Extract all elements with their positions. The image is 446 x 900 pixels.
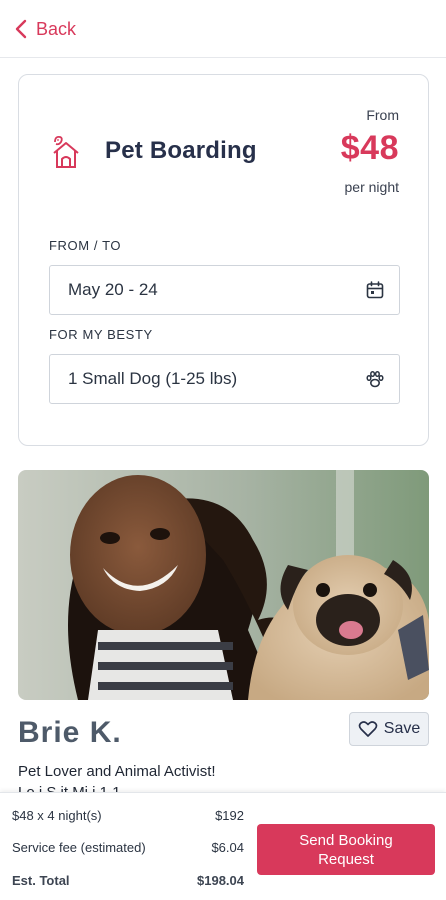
service-card: Pet Boarding From $48 per night FROM / T… — [18, 74, 429, 446]
summary-row-fee: Service fee (estimated) $6.04 — [12, 840, 244, 855]
price-prefix: From — [366, 107, 399, 123]
service-title: Pet Boarding — [105, 137, 257, 164]
heart-icon — [358, 721, 378, 737]
send-booking-request-button[interactable]: Send Booking Request — [257, 824, 435, 875]
summary-value: $192 — [215, 808, 244, 823]
calendar-icon — [366, 281, 384, 299]
summary-label: Service fee (estimated) — [12, 840, 146, 855]
sitter-tagline: Pet Lover and Animal Activist! — [18, 763, 216, 780]
send-booking-label: Send Booking Request — [299, 831, 393, 868]
pet-label: FOR MY BESTY — [49, 327, 153, 342]
summary-row-nights: $48 x 4 night(s) $192 — [12, 808, 244, 823]
summary-value: $6.04 — [211, 840, 244, 855]
dates-value: May 20 - 24 — [68, 280, 158, 299]
paw-icon — [366, 370, 384, 388]
back-button[interactable]: Back — [14, 14, 76, 44]
booking-summary-bar: $48 x 4 night(s) $192 Service fee (estim… — [0, 792, 446, 900]
pet-size-value: 1 Small Dog (1-25 lbs) — [68, 369, 238, 388]
summary-label: $48 x 4 night(s) — [12, 808, 102, 823]
pet-house-icon — [53, 135, 79, 168]
sitter-name: Brie K. — [18, 716, 122, 749]
save-label: Save — [383, 720, 421, 737]
save-button[interactable]: Save — [349, 712, 429, 746]
summary-value: $198.04 — [197, 873, 244, 888]
pet-size-field[interactable]: 1 Small Dog (1-25 lbs) — [49, 354, 400, 404]
price-unit: per night — [344, 179, 399, 195]
sitter-photo — [18, 470, 429, 700]
summary-row-total: Est. Total $198.04 — [12, 873, 244, 888]
dates-field[interactable]: May 20 - 24 — [49, 265, 400, 315]
summary-label: Est. Total — [12, 873, 70, 888]
dates-label: FROM / TO — [49, 238, 122, 253]
price-value: $48 — [340, 129, 399, 167]
top-bar: Back — [0, 0, 446, 58]
back-label: Back — [36, 18, 77, 39]
chevron-left-icon — [15, 19, 27, 39]
